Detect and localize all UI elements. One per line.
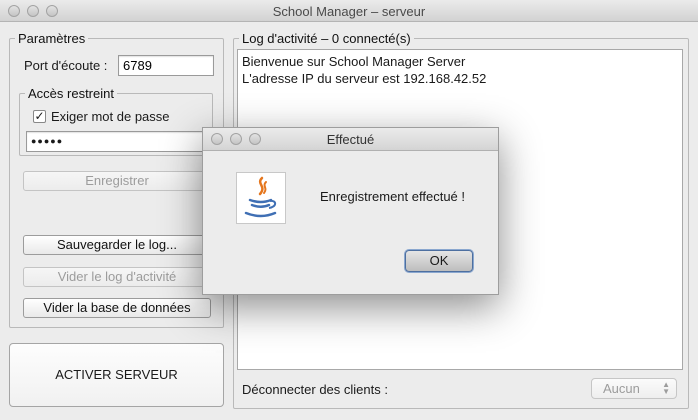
save-button[interactable]: Enregistrer [23, 171, 211, 191]
ok-button[interactable]: OK [405, 250, 473, 272]
dialog-titlebar: Effectué [203, 128, 498, 151]
activate-server-button[interactable]: ACTIVER SERVEUR [9, 343, 224, 407]
window-title: School Manager – serveur [272, 4, 426, 19]
dialog-title: Effectué [326, 132, 375, 147]
port-label: Port d'écoute : [24, 58, 108, 73]
select-arrows-icon: ▲ ▼ [662, 380, 670, 396]
window-titlebar: School Manager – serveur [0, 0, 698, 22]
require-password-label: Exiger mot de passe [51, 109, 170, 124]
disconnect-clients-label: Déconnecter des clients : [242, 382, 388, 397]
java-icon [236, 172, 286, 224]
clear-log-button[interactable]: Vider le log d'activité [23, 267, 211, 287]
confirmation-dialog: Effectué Enregistrement effectué ! OK [202, 127, 499, 295]
restricted-access-legend: Accès restreint [28, 86, 114, 101]
clients-select[interactable]: Aucun ▲ ▼ [591, 378, 677, 399]
port-input[interactable] [118, 55, 214, 76]
dialog-message: Enregistrement effectué ! [320, 189, 466, 204]
activity-log-legend: Log d'activité – 0 connecté(s) [242, 31, 411, 46]
clients-select-value: Aucun [603, 381, 640, 396]
checkmark-icon: ✓ [33, 109, 46, 123]
log-line: L'adresse IP du serveur est 192.168.42.5… [242, 71, 487, 86]
clear-database-button[interactable]: Vider la base de données [23, 298, 211, 318]
save-log-button[interactable]: Sauvegarder le log... [23, 235, 211, 255]
log-line: Bienvenue sur School Manager Server [242, 54, 466, 69]
require-password-checkbox[interactable]: ✓ Exiger mot de passe [33, 109, 170, 124]
password-field[interactable]: ●●●●● [26, 131, 208, 152]
parameters-legend: Paramètres [18, 31, 86, 46]
